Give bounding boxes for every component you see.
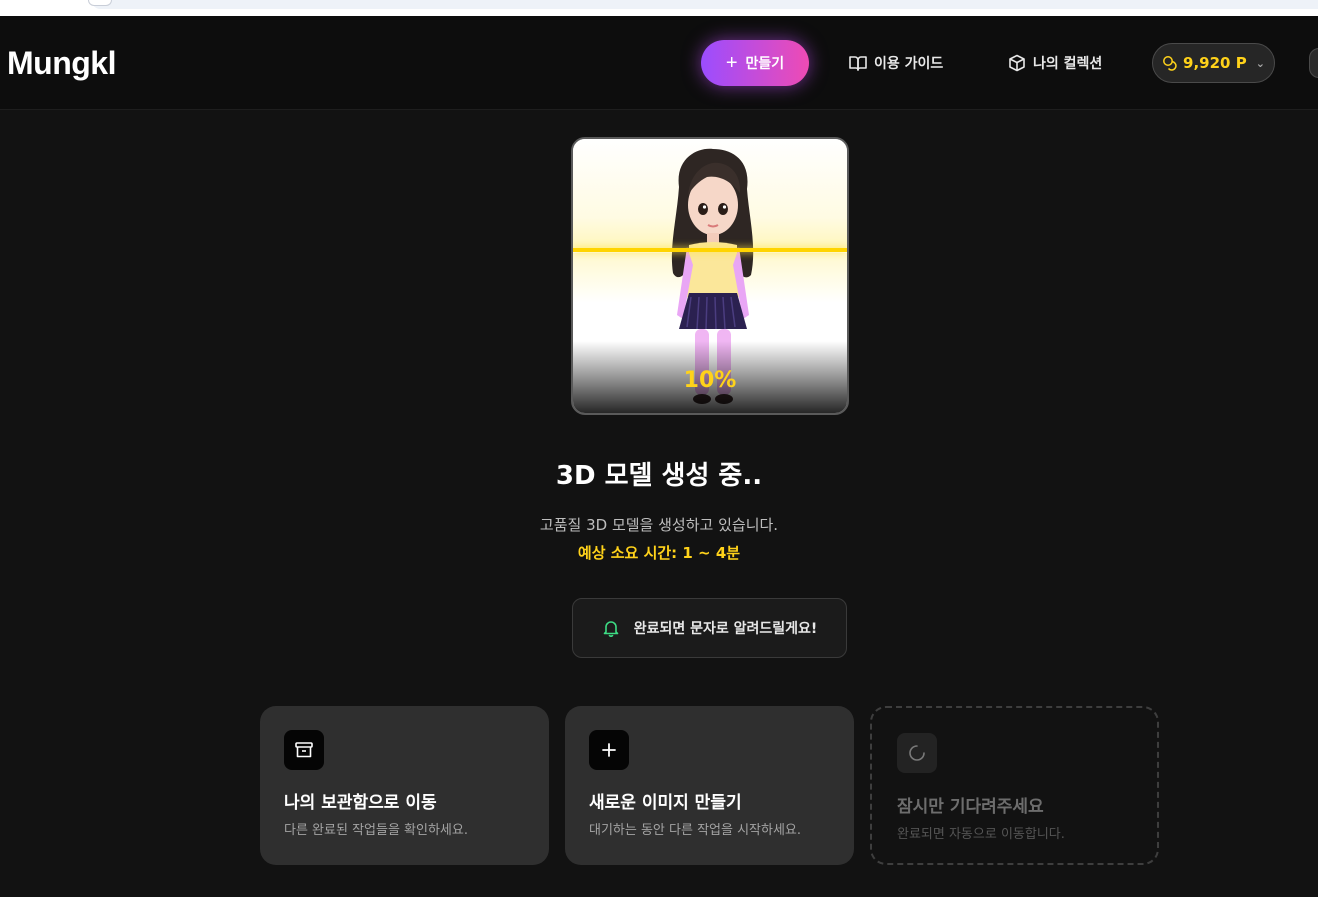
browser-tab-edge <box>88 0 112 6</box>
archive-card-desc: 다른 완료된 작업들을 확인하세요. <box>284 823 468 838</box>
wait-card-title: 잠시만 기다려주세요 <box>897 797 1044 817</box>
sms-notification-text: 완료되면 문자로 알려드릴게요! <box>633 621 818 637</box>
browser-url-bar <box>92 0 1318 9</box>
archive-card-title: 나의 보관함으로 이동 <box>284 793 437 813</box>
status-title: 3D 모델 생성 중.. <box>555 461 763 491</box>
spinner-icon <box>897 733 937 773</box>
nav-my-collection[interactable]: 나의 컬렉션 <box>1008 52 1102 74</box>
bell-icon <box>603 621 619 637</box>
create-button-label: 만들기 <box>745 55 785 71</box>
nav-my-collection-label: 나의 컬렉션 <box>1033 56 1103 72</box>
browser-top-strip <box>0 0 1318 16</box>
profile-button-partial[interactable] <box>1309 48 1318 78</box>
top-nav-bar: Mungkl + 만들기 이용 가이드 나의 컬렉션 9,920 P ⌄ <box>0 16 1318 110</box>
new-image-card-title: 새로운 이미지 만들기 <box>589 793 742 813</box>
points-dropdown[interactable]: 9,920 P ⌄ <box>1152 43 1275 83</box>
create-button[interactable]: + 만들기 <box>701 40 809 86</box>
go-to-archive-card[interactable]: 나의 보관함으로 이동 다른 완료된 작업들을 확인하세요. <box>260 706 549 865</box>
new-image-card-desc: 대기하는 동안 다른 작업을 시작하세요. <box>589 823 802 838</box>
nav-usage-guide-label: 이용 가이드 <box>874 56 944 72</box>
please-wait-card: 잠시만 기다려주세요 완료되면 자동으로 이동합니다. <box>870 706 1159 865</box>
wait-card-desc: 완료되면 자동으로 이동합니다. <box>897 827 1065 842</box>
coins-icon <box>1163 56 1177 71</box>
model-preview: 10% <box>571 137 849 415</box>
plus-icon: + <box>725 52 738 74</box>
status-subtitle: 고품질 3D 모델을 생성하고 있습니다. <box>539 516 779 534</box>
nav-usage-guide[interactable]: 이용 가이드 <box>849 52 943 74</box>
chevron-down-icon: ⌄ <box>1255 56 1265 70</box>
progress-percent: 10% <box>683 368 737 393</box>
archive-icon <box>284 730 324 770</box>
sms-notification-notice: 완료되면 문자로 알려드릴게요! <box>572 598 847 658</box>
box-icon <box>1009 54 1025 72</box>
create-new-image-card[interactable]: 새로운 이미지 만들기 대기하는 동안 다른 작업을 시작하세요. <box>565 706 854 865</box>
scan-progress-line <box>573 248 847 252</box>
plus-icon <box>589 730 629 770</box>
estimated-time: 예상 소요 시간: 1 ~ 4분 <box>577 544 741 562</box>
points-balance: 9,920 P <box>1183 54 1247 72</box>
logo[interactable]: Mungkl <box>7 45 116 82</box>
book-open-icon <box>849 56 867 71</box>
